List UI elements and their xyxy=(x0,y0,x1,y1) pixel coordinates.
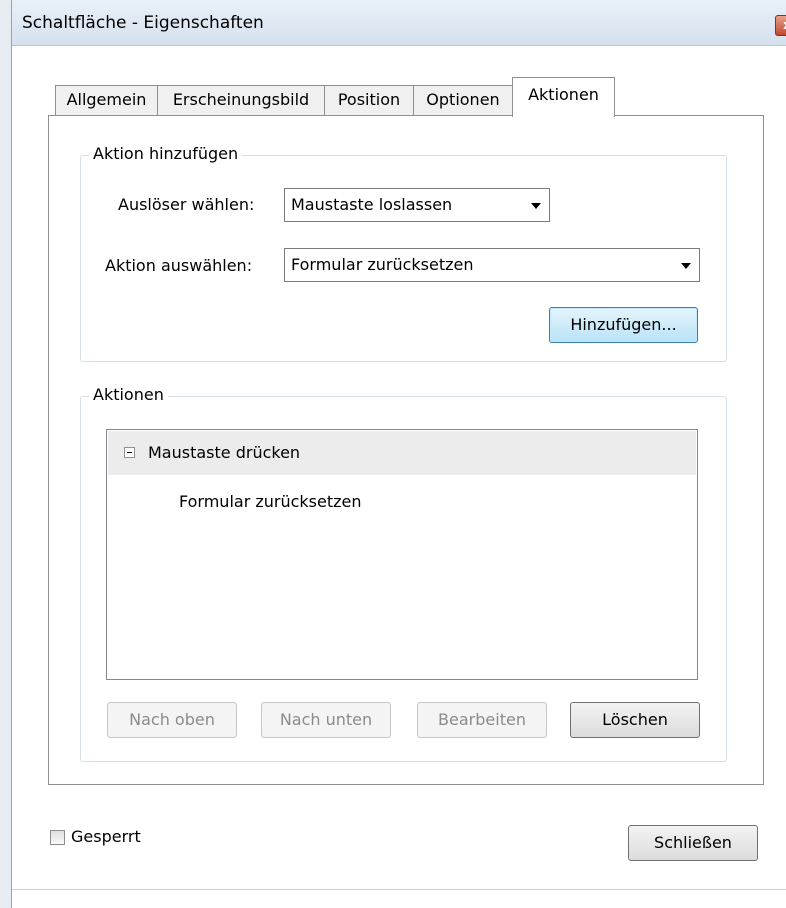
actions-legend: Aktionen xyxy=(89,385,168,404)
collapse-icon[interactable] xyxy=(124,447,135,458)
tab-aktionen[interactable]: Aktionen xyxy=(512,77,615,117)
tab-erscheinungsbild[interactable]: Erscheinungsbild xyxy=(157,85,325,115)
tree-child-item[interactable]: Formular zurücksetzen xyxy=(179,492,362,511)
tab-position[interactable]: Position xyxy=(324,85,414,115)
properties-dialog: Schaltfläche - Eigenschaften x Allgemein… xyxy=(0,0,786,908)
locked-label: Gesperrt xyxy=(71,827,141,846)
chevron-down-icon[interactable] xyxy=(681,263,691,269)
delete-button[interactable]: Löschen xyxy=(570,702,700,738)
trigger-select[interactable]: Maustaste loslassen xyxy=(284,188,550,222)
tab-optionen[interactable]: Optionen xyxy=(413,85,513,115)
close-icon[interactable]: x xyxy=(775,15,786,36)
close-button[interactable]: Schließen xyxy=(628,825,758,861)
add-action-legend: Aktion hinzufügen xyxy=(89,144,243,163)
move-up-button[interactable]: Nach oben xyxy=(107,702,237,738)
window-bottom-edge xyxy=(12,889,786,908)
title-bar[interactable]: Schaltfläche - Eigenschaften x xyxy=(12,0,786,46)
window-title: Schaltfläche - Eigenschaften xyxy=(22,13,264,33)
action-select-value: Formular zurücksetzen xyxy=(291,255,474,274)
actions-tree[interactable]: Maustaste drücken Formular zurücksetzen xyxy=(106,429,698,680)
tree-item-mouse-down[interactable]: Maustaste drücken xyxy=(108,431,696,475)
action-label: Aktion auswählen: xyxy=(105,256,253,275)
move-down-button[interactable]: Nach unten xyxy=(261,702,391,738)
locked-checkbox[interactable] xyxy=(50,830,65,845)
window-left-edge xyxy=(0,0,12,908)
edit-button[interactable]: Bearbeiten xyxy=(417,702,547,738)
trigger-select-value: Maustaste loslassen xyxy=(291,195,453,214)
action-select[interactable]: Formular zurücksetzen xyxy=(284,248,700,282)
tree-item-label: Maustaste drücken xyxy=(148,443,301,462)
tab-allgemein[interactable]: Allgemein xyxy=(55,85,158,115)
trigger-label: Auslöser wählen: xyxy=(118,195,255,214)
add-action-button[interactable]: Hinzufügen... xyxy=(549,307,698,343)
chevron-down-icon[interactable] xyxy=(531,203,541,209)
